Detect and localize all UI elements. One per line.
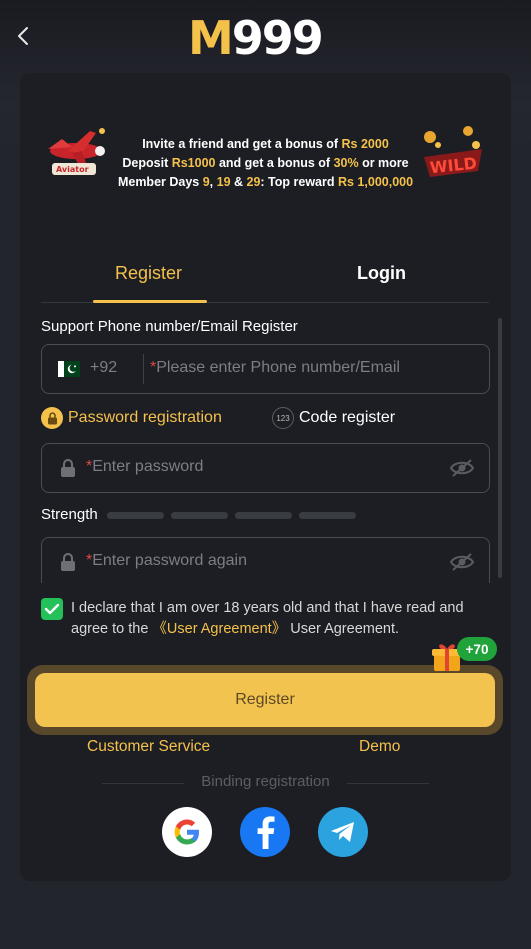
bonus-badge: +70	[457, 637, 497, 661]
agreement-text: I declare that I am over 18 years old an…	[71, 598, 481, 640]
password-field[interactable]: *Enter password	[41, 443, 490, 493]
facebook-icon	[257, 816, 275, 849]
google-login-button[interactable]	[162, 807, 212, 857]
option-label: Code register	[299, 409, 396, 426]
back-button[interactable]	[10, 22, 36, 50]
banner-text: &	[230, 175, 247, 189]
agreement-text-after: User Agreement.	[286, 621, 400, 637]
banner-highlight: 29	[246, 175, 261, 189]
telegram-login-button[interactable]	[318, 807, 368, 857]
placeholder-text: Please enter Phone number/Email	[156, 359, 400, 376]
banner-text: or more	[358, 156, 409, 170]
option-label: Password registration	[68, 409, 222, 426]
phone-email-placeholder: *Please enter Phone number/Email	[150, 359, 400, 377]
eye-off-icon[interactable]	[449, 458, 475, 478]
brand-logo: M 999	[188, 8, 344, 68]
strength-bar	[299, 512, 356, 519]
confirm-password-placeholder: *Enter password again	[86, 552, 247, 570]
logo-number: 999	[231, 11, 324, 65]
checkmark-icon	[44, 603, 60, 615]
strength-bar	[107, 512, 164, 519]
register-button-glow: Register	[27, 665, 503, 735]
wild-badge-icon: WILD	[424, 126, 482, 178]
section-label: Support Phone number/Email Register	[41, 318, 298, 335]
strength-bar	[235, 512, 292, 519]
strength-bar	[171, 512, 228, 519]
code-register-option[interactable]: 123 Code register	[272, 407, 395, 429]
pakistan-flag-icon	[58, 361, 80, 377]
logo-letter: M	[188, 11, 234, 65]
password-placeholder: *Enter password	[86, 458, 203, 476]
placeholder-text: Enter password again	[92, 552, 247, 569]
placeholder-text: Enter password	[92, 458, 204, 475]
promo-banner: Aviator Invite a friend and get a bonus …	[20, 113, 511, 203]
agreement-checkbox[interactable]	[41, 598, 63, 620]
scrollbar[interactable]	[498, 318, 502, 578]
register-card: Aviator Invite a friend and get a bonus …	[20, 73, 511, 881]
binding-registration: Binding registration	[20, 773, 511, 797]
eye-off-icon[interactable]	[449, 552, 475, 572]
google-icon	[174, 819, 199, 845]
active-tab-indicator	[93, 300, 207, 303]
banner-highlight: Rs 2000	[341, 137, 389, 151]
banner-highlight: 30%	[333, 156, 359, 170]
binding-label: Binding registration	[201, 773, 330, 790]
banner-text: Deposit	[122, 156, 172, 170]
lock-icon	[61, 553, 75, 571]
tab-register[interactable]: Register	[115, 263, 182, 284]
facebook-login-button[interactable]	[240, 807, 290, 857]
register-button[interactable]: Register	[35, 673, 495, 727]
banner-text: ,	[209, 175, 217, 189]
country-code[interactable]: +92	[90, 359, 117, 377]
phone-email-field[interactable]: +92 *Please enter Phone number/Email	[41, 344, 490, 394]
telegram-icon	[331, 822, 354, 842]
banner-text: : Top reward	[260, 175, 338, 189]
user-agreement-link[interactable]: 《User Agreement》	[152, 621, 286, 637]
numeric-code-icon: 123	[272, 407, 294, 429]
divider	[347, 783, 429, 784]
confirm-password-field[interactable]: *Enter password again	[41, 537, 490, 583]
strength-label: Strength	[41, 506, 98, 523]
tab-login[interactable]: Login	[357, 263, 406, 284]
banner-highlight: Rs1000	[171, 156, 216, 170]
demo-link[interactable]: Demo	[359, 738, 400, 756]
lock-icon	[41, 407, 63, 429]
chevron-left-icon	[18, 27, 28, 45]
lock-icon	[61, 459, 75, 477]
banner-text: Invite a friend and get a bonus of	[142, 137, 342, 151]
auth-tabs: Register Login	[41, 253, 489, 303]
password-registration-option[interactable]: Password registration	[41, 407, 222, 429]
banner-text: Member Days	[117, 175, 203, 189]
banner-highlight: 19	[216, 175, 231, 189]
banner-highlight: 9	[202, 175, 210, 189]
field-divider	[143, 354, 144, 384]
customer-service-link[interactable]: Customer Service	[87, 738, 210, 756]
banner-text: and get a bonus of	[215, 156, 334, 170]
svg-text:WILD: WILD	[429, 154, 478, 178]
banner-highlight: Rs 1,000,000	[337, 175, 414, 189]
